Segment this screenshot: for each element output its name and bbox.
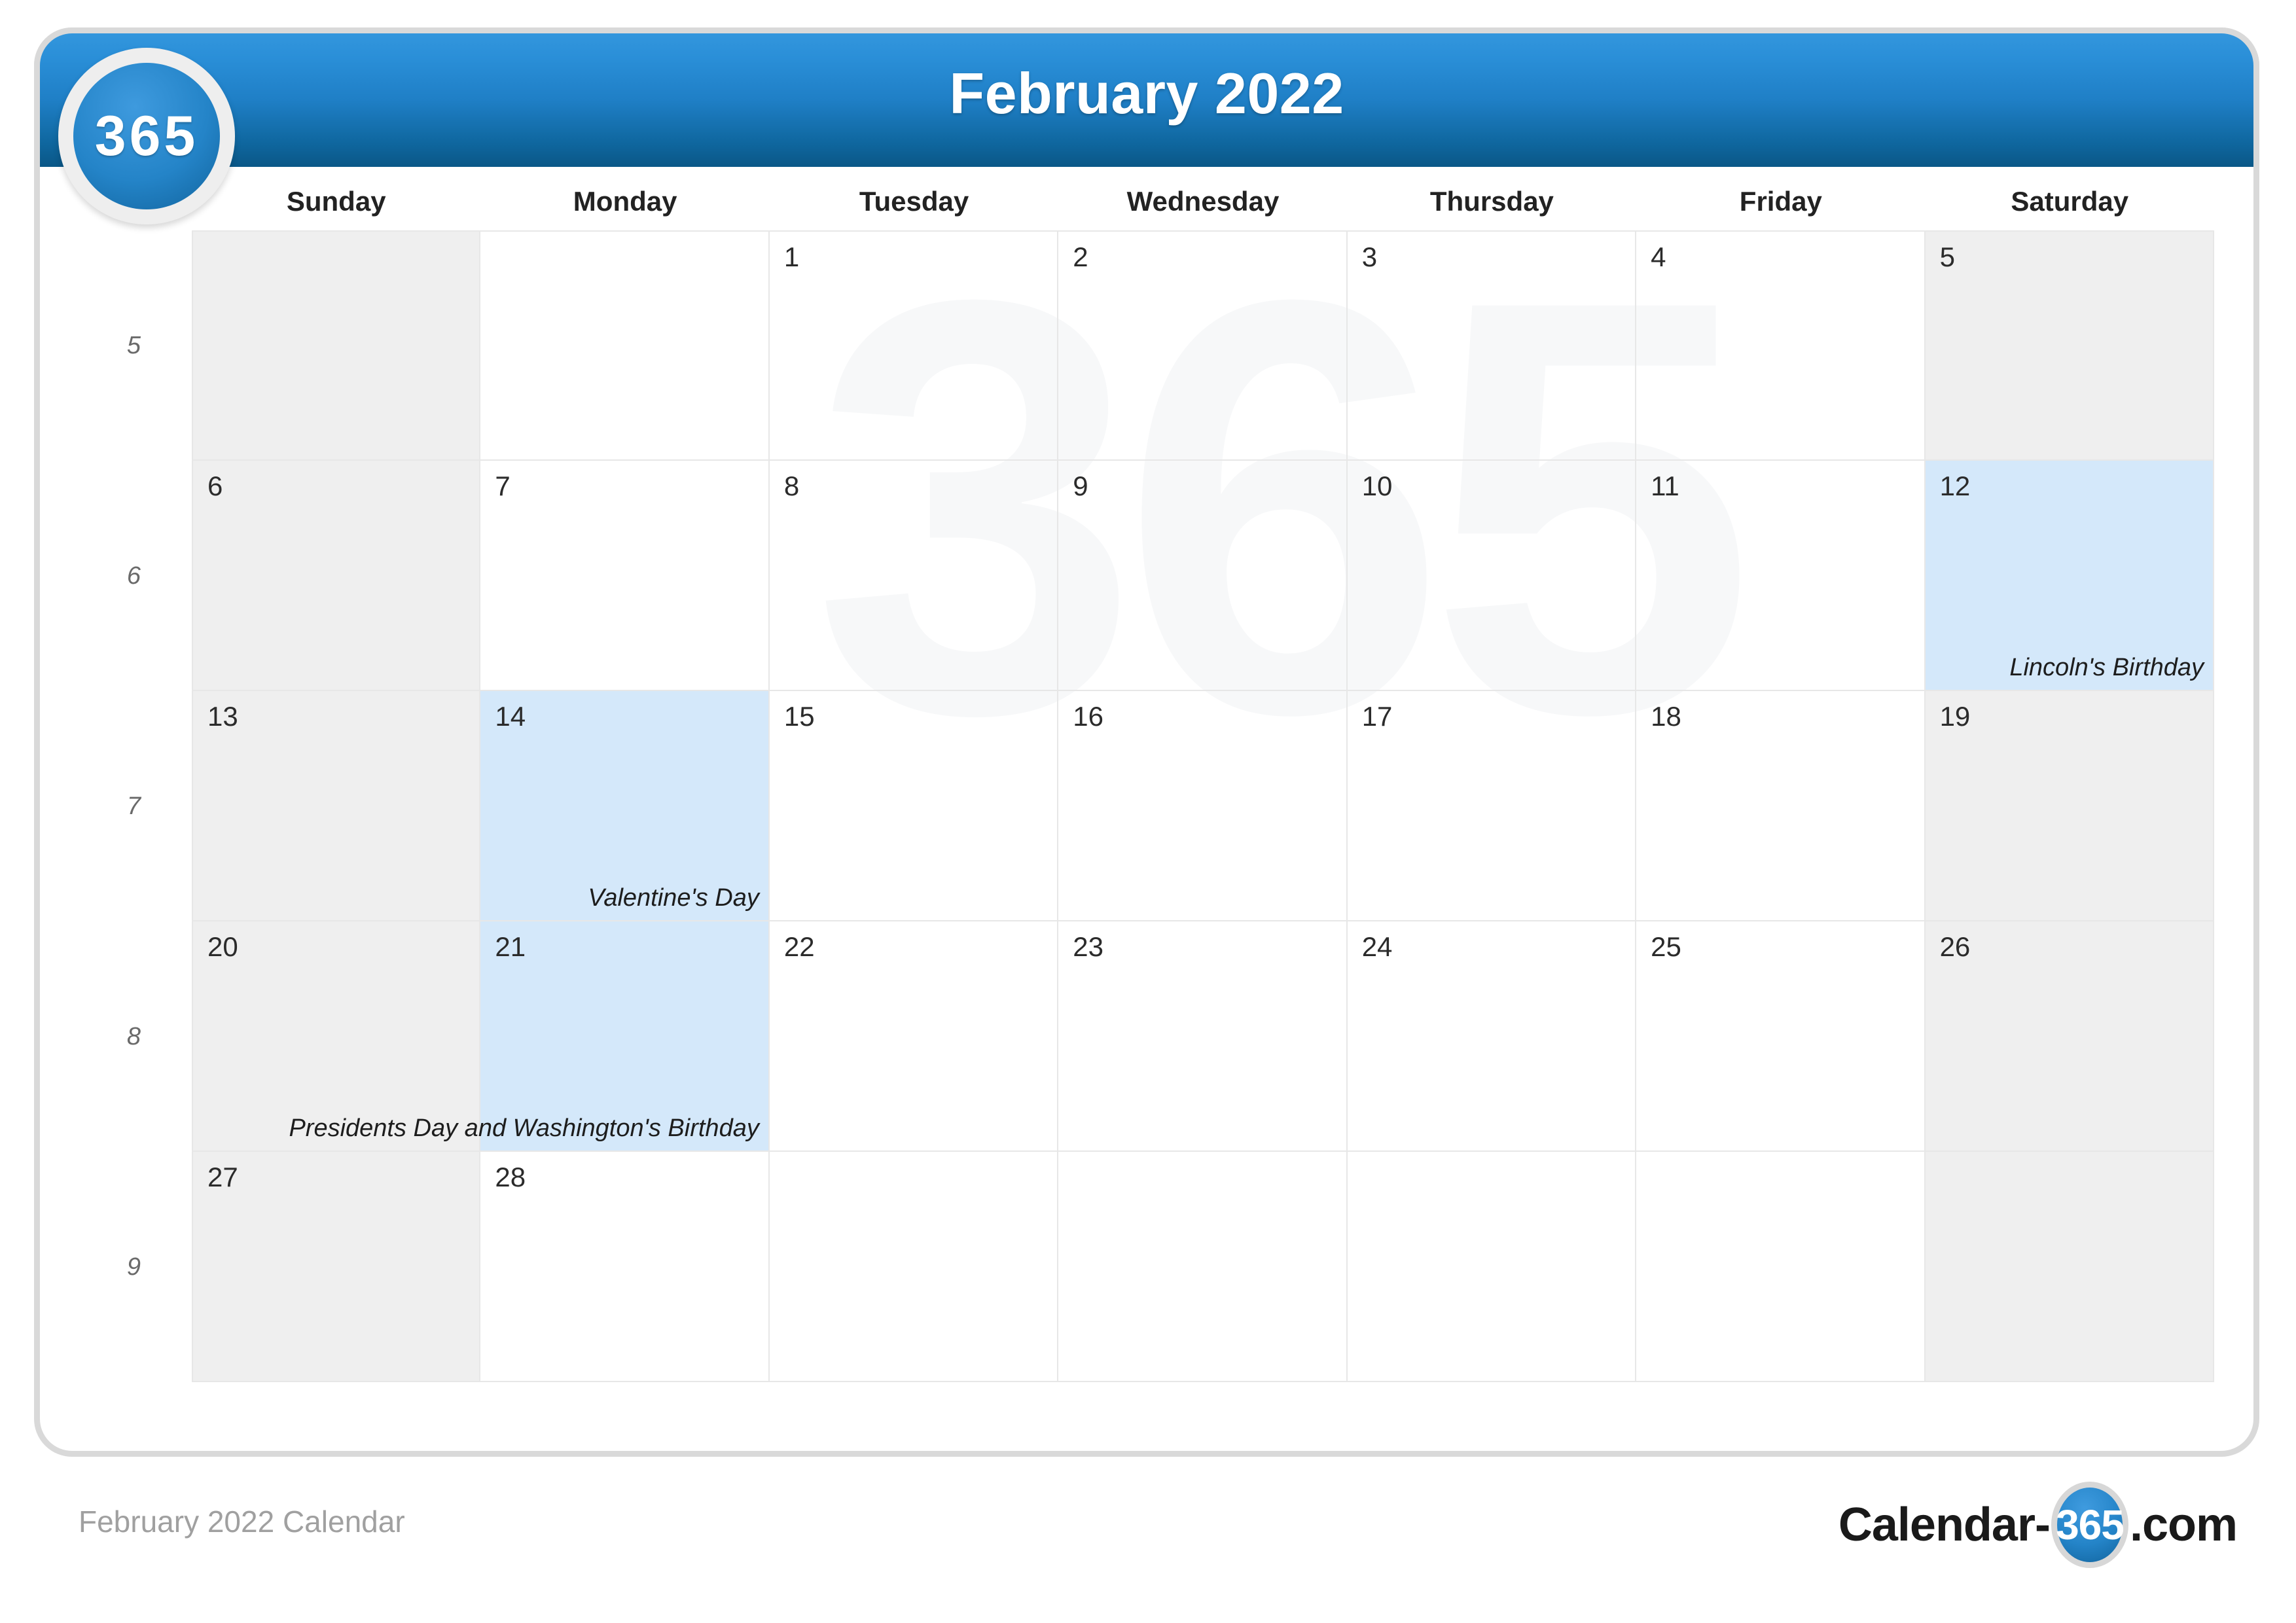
day-grid: 1 2 3 4 5 6 7 8 9 10 11 12 Lincoln's Birthday 13 14 Val… [192,230,2214,1382]
footer-365-badge-label: 365 [2056,1501,2125,1548]
weekday-header-thursday: Thursday [1429,186,1554,217]
day-number: 4 [1651,241,1666,272]
day-number: 10 [1361,471,1393,501]
footer-brand-logo[interactable]: Calendar- 365 .com [1838,1482,2238,1568]
week-number-cell: 9 [126,1253,141,1281]
weekday-header-row: Sunday Monday Tuesday Wednesday Thursday Frid… [192,173,2214,230]
day-cell[interactable]: 1 [769,230,1059,461]
day-event-label: Presidents Day and Washington's Birthday [289,1115,759,1143]
day-cell[interactable]: 19 [1925,691,2214,921]
weekday-header-sunday: Sunday [286,186,386,217]
day-cell-empty [769,1152,1059,1382]
day-cell[interactable]: 25 [1636,921,1926,1152]
day-cell[interactable]: 8 [769,461,1059,691]
footer-365-badge-icon: 365 [2051,1482,2128,1568]
day-cell[interactable]: 28 [480,1152,770,1382]
day-number: 25 [1651,931,1681,962]
calendar-header-bar: February 2022 [34,27,2259,167]
day-cell[interactable]: 10 [1347,461,1637,691]
day-cell[interactable]: 22 [769,921,1059,1152]
brand-365-badge-icon: 365 [58,48,235,224]
weekday-header-saturday: Saturday [2011,186,2129,217]
day-number: 12 [1939,471,1971,501]
footer-caption: February 2022 Calendar [79,1505,405,1539]
week-number-cell: 7 [126,792,141,820]
week-number-cell: 8 [126,1022,141,1050]
weekday-header-friday: Friday [1739,186,1822,217]
day-number: 13 [207,701,238,732]
day-cell[interactable]: 13 [192,691,481,921]
page-footer: February 2022 Calendar Calendar- 365 .co… [0,1479,2296,1623]
day-cell-empty [480,230,770,461]
day-cell-empty [192,230,481,461]
day-number: 5 [1939,241,1955,272]
day-cell[interactable]: 27 [192,1152,481,1382]
day-number: 16 [1073,701,1103,732]
day-cell[interactable]: 2 [1058,230,1348,461]
day-cell[interactable]: 18 [1636,691,1926,921]
day-cell[interactable]: 23 [1058,921,1348,1152]
day-number: 22 [783,931,815,962]
day-cell[interactable]: 11 [1636,461,1926,691]
day-cell[interactable]: 9 [1058,461,1348,691]
day-number: 3 [1361,241,1378,272]
day-number: 26 [1939,931,1971,962]
day-cell[interactable]: 6 [192,461,481,691]
day-event-label: Lincoln's Birthday [2009,654,2204,682]
day-number: 18 [1651,701,1681,732]
day-number: 15 [783,701,815,732]
day-cell[interactable]: 24 [1347,921,1637,1152]
day-number: 6 [207,471,223,501]
day-cell[interactable]: 12 Lincoln's Birthday [1925,461,2214,691]
day-cell-empty [1925,1152,2214,1382]
week-number-column: 5 6 7 8 9 [40,230,192,1382]
page-title: February 2022 [949,61,1344,126]
day-cell[interactable]: 3 [1347,230,1637,461]
weekday-header-monday: Monday [573,186,677,217]
weekday-header-tuesday: Tuesday [859,186,969,217]
day-cell[interactable]: 16 [1058,691,1348,921]
week-number-cell: 5 [126,331,141,359]
day-number: 14 [495,701,526,732]
footer-logo-left-text: Calendar- [1838,1499,2051,1551]
day-number: 27 [207,1162,238,1192]
day-cell-empty [1636,1152,1926,1382]
calendar-grid-wrapper: 3 6 5 Sunday Monday Tuesday Wednesday Thursday… [40,173,2253,1451]
footer-logo-right-text: .com [2129,1499,2238,1551]
day-number: 21 [495,931,526,962]
day-number: 20 [207,931,238,962]
day-cell[interactable]: 26 [1925,921,2214,1152]
day-cell[interactable]: 14 Valentine's Day [480,691,770,921]
calendar-card: February 2022 365 365 Sunday Monday Tuesda… [34,27,2259,1457]
day-number: 8 [783,471,800,501]
day-cell[interactable]: 17 [1347,691,1637,921]
day-cell[interactable]: 21 Presidents Day and Washington's Birthd… [289,921,770,1152]
day-cell[interactable]: 5 [1925,230,2214,461]
day-number: 24 [1361,931,1393,962]
brand-365-badge-label: 365 [94,105,199,168]
day-number: 17 [1361,701,1393,732]
day-cell[interactable]: 4 [1636,230,1926,461]
day-number: 19 [1939,701,1971,732]
day-number: 11 [1651,471,1679,501]
day-number: 1 [783,241,800,272]
day-cell-empty [1058,1152,1348,1382]
day-number: 2 [1073,241,1088,272]
week-number-cell: 6 [126,562,141,590]
day-cell[interactable]: 15 [769,691,1059,921]
day-number: 7 [495,471,511,501]
day-cell-empty [1347,1152,1637,1382]
day-number: 23 [1073,931,1103,962]
day-number: 28 [495,1162,526,1192]
day-cell[interactable]: 7 [480,461,770,691]
footer-365-badge-circle: 365 [2056,1488,2125,1562]
brand-365-badge-circle: 365 [73,63,220,209]
weekday-header-wednesday: Wednesday [1126,186,1280,217]
day-event-label: Valentine's Day [588,884,759,912]
day-number: 9 [1073,471,1088,501]
